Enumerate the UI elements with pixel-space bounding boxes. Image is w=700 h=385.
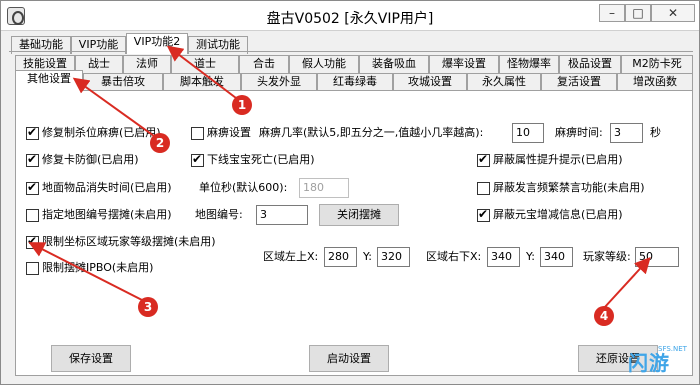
block-attr-hint-checkbox[interactable] [477,152,490,167]
app-window: 盘古V0502 [永久VIP用户] – □ ✕ 基础功能 VIP功能 VIP功能… [0,0,700,385]
offline-pet-death-checkbox[interactable] [191,152,204,167]
annotation-marker-4: 4 [594,306,614,326]
player-level-label: 玩家等级: [583,250,631,263]
offline-pet-death-label: 下线宝宝死亡(已启用) [207,153,315,166]
limit-stall-ipbo-label: 限制摆摊IPBO(未启用) [42,261,154,274]
tab-bot-functions[interactable]: 假人功能 [289,55,359,73]
window-title: 盘古V0502 [永久VIP用户] [266,11,434,27]
paralysis-rate-input[interactable]: 10 [512,123,544,143]
tab-crit-multiplier[interactable]: 暴击倍攻 [83,73,163,91]
limit-stall-ipbo-checkbox[interactable] [26,262,39,275]
tab-equipment-lifesteal[interactable]: 装备吸血 [359,55,429,73]
minimize-button[interactable]: – [599,4,625,22]
block-yuanbao-info-label: 屏蔽元宝增减信息(已启用) [493,208,623,221]
tab-m2-anti-freeze[interactable]: M2防卡死 [621,55,693,73]
fix-lag-defense-label: 修复卡防御(已启用) [42,153,139,166]
map-number-input[interactable]: 3 [256,205,308,225]
limit-area-level-stall-label: 限制坐标区域玩家等级摆摊(未启用) [42,235,216,248]
close-button[interactable]: ✕ [651,4,695,22]
fix-kill-paralysis-label: 修复制杀位麻痹(已启用) [42,126,161,139]
unit-seconds-input[interactable]: 180 [299,178,349,198]
maximize-button[interactable]: □ [625,4,651,22]
block-speech-freq-label: 屏蔽发言频繁禁言功能(未启用) [493,181,645,194]
ground-items-vanish-label: 地面物品消失时间(已启用) [42,181,172,194]
paralysis-settings-checkbox[interactable] [191,127,204,140]
area-top-left-x-label: 区域左上X: [263,250,319,263]
title-bar: 盘古V0502 [永久VIP用户] – □ ✕ [1,1,699,31]
seconds-unit-label: 秒 [650,126,661,139]
site-watermark: 闪游 SFS.NET [606,343,694,381]
block-speech-freq-checkbox[interactable] [477,182,490,195]
watermark-site: SFS.NET [658,345,687,353]
map-number-label: 地图编号: [195,208,243,221]
area-bottom-right-y-label: Y: [526,250,535,263]
area-top-left-y-label: Y: [363,250,372,263]
area-bottom-right-x-label: 区域右下X: [426,250,482,263]
annotation-marker-3: 3 [138,297,158,317]
start-settings-button[interactable]: 启动设置 [309,345,389,372]
paralysis-settings-label: 麻痹设置 [207,126,251,139]
tab-monster-drop-rate[interactable]: 怪物爆率 [499,55,559,73]
limit-area-level-stall-checkbox[interactable] [26,234,39,249]
tab-modify-functions[interactable]: 增改函数 [617,73,693,91]
close-stall-button[interactable]: 关闭摆摊 [319,204,399,226]
tab-taoist[interactable]: 道士 [171,55,239,73]
tab-combined-attack[interactable]: 合击 [239,55,289,73]
unit-seconds-label: 单位秒(默认600): [199,181,288,194]
fix-kill-paralysis-checkbox[interactable] [26,125,39,140]
tab-other-settings[interactable]: 其他设置 [15,70,83,91]
block-yuanbao-info-checkbox[interactable] [477,207,490,222]
map-number-stall-checkbox[interactable] [26,209,39,222]
annotation-marker-2: 2 [150,133,170,153]
tab-vip-functions-2[interactable]: VIP功能2 [126,33,188,54]
tab-script-trigger[interactable]: 脚本触发 [163,73,241,91]
paralysis-time-label: 麻痹时间: [555,126,603,139]
tab-mage[interactable]: 法师 [123,55,171,73]
fix-lag-defense-checkbox[interactable] [26,152,39,167]
tab-red-green-poison[interactable]: 红毒绿毒 [317,73,393,91]
tab-hair-display[interactable]: 头发外显 [241,73,317,91]
paralysis-time-input[interactable]: 3 [610,123,643,143]
annotation-marker-1: 1 [232,95,252,115]
tab-revive-settings[interactable]: 复活设置 [541,73,617,91]
ground-items-vanish-checkbox[interactable] [26,180,39,195]
player-level-input[interactable]: 50 [635,247,679,267]
area-bottom-right-x-input[interactable]: 340 [487,247,520,267]
save-settings-button[interactable]: 保存设置 [51,345,131,372]
tab-drop-rate-settings[interactable]: 爆率设置 [429,55,499,73]
area-bottom-right-y-input[interactable]: 340 [540,247,573,267]
map-number-stall-label: 指定地图编号摆摊(未启用) [42,208,172,221]
tab-pane-border [9,51,693,52]
block-attr-hint-label: 屏蔽属性提升提示(已启用) [493,153,623,166]
tab-siege-settings[interactable]: 攻城设置 [393,73,467,91]
tab-permanent-attributes[interactable]: 永久属性 [467,73,541,91]
area-top-left-y-input[interactable]: 320 [377,247,410,267]
paralysis-rate-label: 麻痹几率(默认5,即五分之一,值越小几率越高): [259,126,484,139]
tab-premium-settings[interactable]: 极品设置 [559,55,621,73]
area-top-left-x-input[interactable]: 280 [324,247,357,267]
